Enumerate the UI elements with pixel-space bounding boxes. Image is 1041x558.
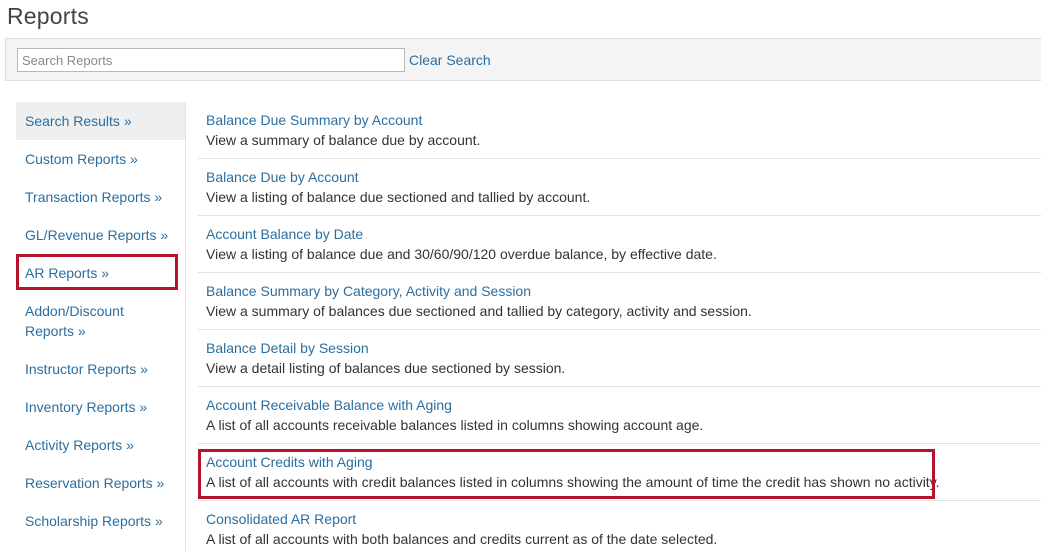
- report-link[interactable]: Balance Due Summary by Account: [206, 112, 422, 128]
- report-description: View a listing of balance due and 30/60/…: [206, 246, 717, 262]
- list-item: Account Receivable Balance with Aging A …: [198, 387, 1041, 444]
- report-description: View a listing of balance due sectioned …: [206, 189, 591, 205]
- sidebar-item-instructor-reports[interactable]: Instructor Reports »: [16, 359, 185, 379]
- sidebar-item-reservation-reports[interactable]: Reservation Reports »: [16, 473, 185, 493]
- report-link[interactable]: Account Balance by Date: [206, 226, 363, 242]
- sidebar-item-addon-discount-reports[interactable]: Addon/Discount Reports »: [16, 301, 156, 341]
- report-description: A list of all accounts receivable balanc…: [206, 417, 704, 433]
- sidebar-item-scholarship-reports[interactable]: Scholarship Reports »: [16, 511, 185, 531]
- list-item: Balance Due by Account View a listing of…: [198, 159, 1041, 216]
- list-item: Balance Detail by Session View a detail …: [198, 330, 1041, 387]
- list-item: Balance Due Summary by Account View a su…: [198, 102, 1041, 159]
- clear-search-link[interactable]: Clear Search: [409, 52, 491, 68]
- report-link[interactable]: Balance Due by Account: [206, 169, 359, 185]
- sidebar-item-search-results[interactable]: Search Results »: [16, 102, 185, 140]
- search-input[interactable]: [17, 48, 405, 72]
- report-link[interactable]: Account Receivable Balance with Aging: [206, 397, 452, 413]
- report-link[interactable]: Balance Summary by Category, Activity an…: [206, 283, 531, 299]
- report-description: View a summary of balances due sectioned…: [206, 303, 752, 319]
- report-category-sidebar: Search Results » Custom Reports » Transa…: [16, 102, 186, 551]
- account-credits-highlight-box: [198, 449, 935, 499]
- sidebar-item-activity-reports[interactable]: Activity Reports »: [16, 435, 185, 455]
- search-bar: Clear Search: [5, 38, 1041, 81]
- sidebar-item-gl-revenue-reports[interactable]: GL/Revenue Reports »: [16, 225, 185, 245]
- report-description: View a summary of balance due by account…: [206, 132, 481, 148]
- list-item: Balance Summary by Category, Activity an…: [198, 273, 1041, 330]
- list-item: Account Balance by Date View a listing o…: [198, 216, 1041, 273]
- list-item: Consolidated AR Report A list of all acc…: [198, 501, 1041, 558]
- report-description: View a detail listing of balances due se…: [206, 360, 566, 376]
- sidebar-item-inventory-reports[interactable]: Inventory Reports »: [16, 397, 185, 417]
- sidebar-item-custom-reports[interactable]: Custom Reports »: [16, 149, 185, 169]
- sidebar-item-transaction-reports[interactable]: Transaction Reports »: [16, 187, 185, 207]
- report-link[interactable]: Consolidated AR Report: [206, 511, 356, 527]
- report-link[interactable]: Balance Detail by Session: [206, 340, 369, 356]
- ar-reports-highlight-box: [16, 254, 178, 290]
- report-description: A list of all accounts with both balance…: [206, 531, 718, 547]
- page-title: Reports: [7, 3, 89, 29]
